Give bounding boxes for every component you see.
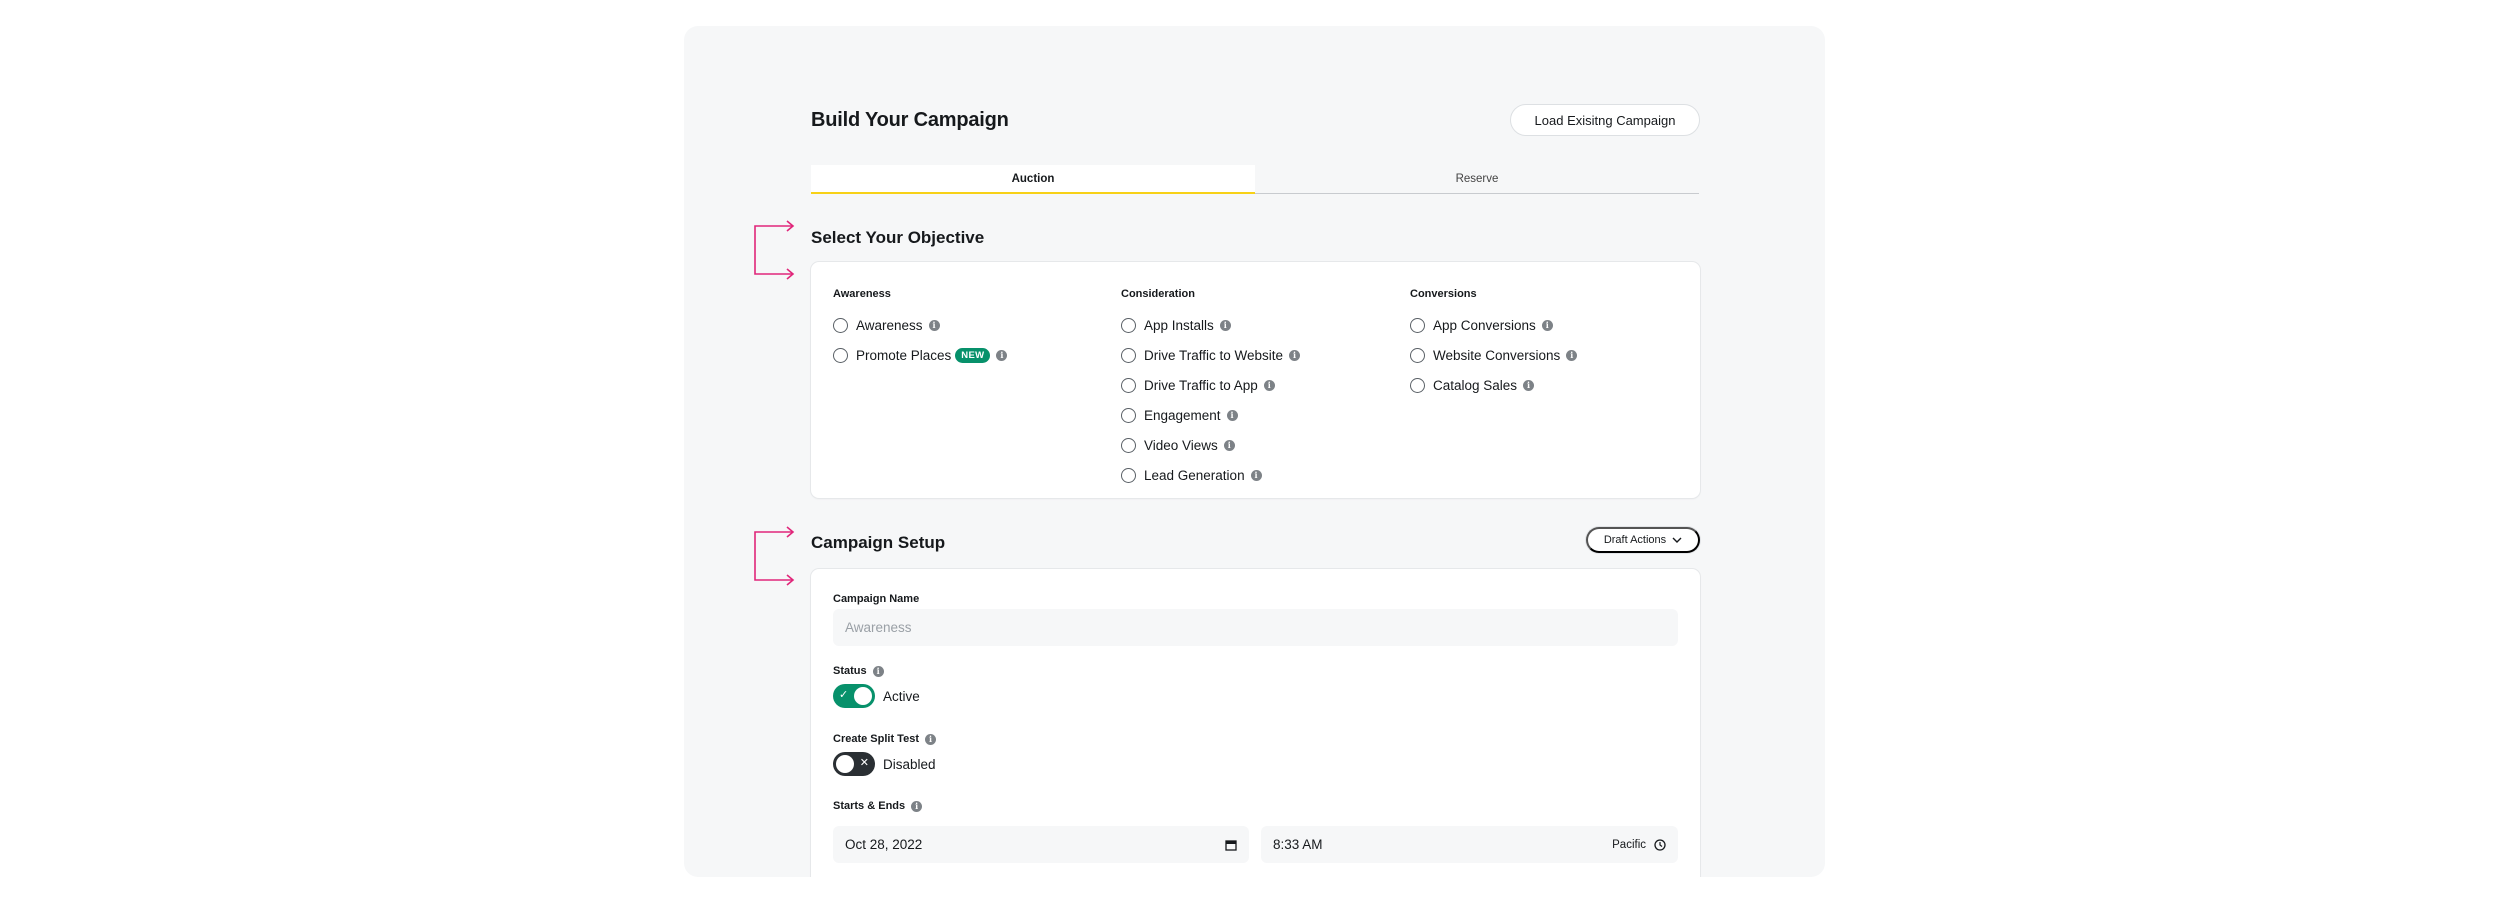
radio-button[interactable] [1121, 377, 1136, 393]
option-label: Website Conversions [1433, 347, 1561, 363]
toggle-knob [854, 687, 872, 705]
option-label: Awareness [856, 317, 923, 333]
setup-section-title: Campaign Setup [811, 533, 946, 552]
x-icon: ✕ [859, 757, 869, 769]
radio-button[interactable] [1121, 437, 1136, 453]
radio-button[interactable] [1410, 317, 1425, 333]
start-date-input[interactable]: Oct 28, 2022 [833, 826, 1249, 863]
info-icon[interactable]: i [1523, 379, 1535, 391]
split-test-label: Create Split Test [833, 733, 919, 745]
info-icon[interactable]: i [911, 800, 923, 812]
option-label: Drive Traffic to Website [1144, 347, 1284, 363]
starts-ends-label-row: Starts & Ends i [833, 800, 923, 812]
objective-option-app-installs[interactable]: App Installs i [1121, 310, 1300, 340]
objective-option-promote-places[interactable]: Promote Places NEW i [833, 340, 1008, 370]
objective-column-conversions: Conversions App Conversions i Website Co… [1410, 288, 1578, 400]
page-title: Build Your Campaign [811, 109, 1009, 131]
radio-button[interactable] [1121, 347, 1136, 363]
radio-button[interactable] [1121, 407, 1136, 423]
objective-option-catalog-sales[interactable]: Catalog Sales i [1410, 370, 1577, 400]
campaign-name-label: Campaign Name [833, 593, 920, 605]
calendar-icon[interactable] [1225, 839, 1237, 851]
status-label-row: Status i [833, 665, 884, 677]
objective-column-awareness: Awareness Awareness i Promote Places NEW… [833, 288, 1008, 370]
status-toggle-row: ✓ Active [833, 684, 920, 708]
info-icon[interactable]: i [1541, 319, 1553, 331]
objective-option-video-views[interactable]: Video Views i [1121, 430, 1300, 460]
radio-button[interactable] [1121, 467, 1136, 483]
start-date-value: Oct 28, 2022 [845, 837, 923, 852]
option-label: Video Views [1144, 437, 1218, 453]
clock-icon[interactable] [1654, 838, 1666, 851]
radio-button[interactable] [1410, 377, 1425, 393]
column-heading: Conversions [1410, 288, 1477, 300]
column-heading: Awareness [833, 288, 891, 300]
column-heading: Consideration [1121, 288, 1195, 300]
objective-option-awareness[interactable]: Awareness i [833, 310, 1007, 340]
objective-section-title: Select Your Objective [811, 228, 985, 247]
split-test-value: Disabled [883, 756, 936, 772]
section-arrow-icon [754, 526, 795, 586]
timezone-group: Pacific [1612, 839, 1666, 851]
objective-column-consideration: Consideration App Installs i Drive Traff… [1121, 288, 1301, 490]
option-label: Promote Places [856, 347, 952, 363]
info-icon[interactable]: i [1566, 349, 1578, 361]
option-label: Engagement [1144, 407, 1221, 423]
load-existing-campaign-button[interactable]: Load Exisitng Campaign [1510, 104, 1700, 136]
radio-button[interactable] [833, 347, 848, 363]
objective-option-lead-generation[interactable]: Lead Generation i [1121, 460, 1300, 490]
option-label: Drive Traffic to App [1144, 377, 1258, 393]
split-test-toggle[interactable]: ✕ [833, 752, 875, 776]
info-icon[interactable]: i [1250, 469, 1262, 481]
radio-button[interactable] [1121, 317, 1136, 333]
info-icon[interactable]: i [1263, 379, 1275, 391]
status-value: Active [883, 688, 920, 704]
split-test-label-row: Create Split Test i [833, 733, 936, 745]
status-toggle[interactable]: ✓ [833, 684, 875, 708]
chevron-down-icon [1672, 537, 1682, 543]
option-label: App Conversions [1433, 317, 1536, 333]
campaign-builder-panel: Build Your Campaign Load Exisitng Campai… [684, 26, 1825, 877]
toggle-knob [836, 755, 854, 773]
campaign-name-input[interactable] [833, 609, 1678, 646]
campaign-setup-card: Campaign Name Status i ✓ Active Create S… [811, 569, 1700, 877]
start-time-input[interactable]: 8:33 AM Pacific [1261, 826, 1678, 863]
section-arrow-icon [754, 220, 795, 280]
objective-option-drive-traffic-app[interactable]: Drive Traffic to App i [1121, 370, 1300, 400]
option-label: Catalog Sales [1433, 377, 1518, 393]
info-icon[interactable]: i [928, 319, 940, 331]
draft-actions-label: Draft Actions [1603, 534, 1667, 546]
radio-button[interactable] [1410, 347, 1425, 363]
status-label: Status [833, 665, 867, 677]
tab-auction[interactable]: Auction [811, 165, 1255, 194]
objective-card: Awareness Awareness i Promote Places NEW… [811, 262, 1700, 498]
objective-option-engagement[interactable]: Engagement i [1121, 400, 1300, 430]
objective-option-website-conversions[interactable]: Website Conversions i [1410, 340, 1578, 370]
split-test-toggle-row: ✕ Disabled [833, 752, 936, 776]
check-icon: ✓ [839, 689, 849, 701]
info-icon[interactable]: i [1289, 349, 1301, 361]
new-badge: NEW [955, 347, 991, 363]
option-label: Lead Generation [1144, 467, 1245, 483]
radio-button[interactable] [833, 317, 848, 333]
timezone-label: Pacific [1612, 838, 1646, 851]
tab-bar: Auction Reserve [811, 165, 1700, 194]
info-icon[interactable]: i [872, 665, 884, 677]
tab-reserve[interactable]: Reserve [1255, 165, 1699, 194]
info-icon[interactable]: i [1219, 319, 1231, 331]
info-icon[interactable]: i [1226, 409, 1238, 421]
draft-actions-button[interactable]: Draft Actions [1586, 527, 1700, 553]
info-icon[interactable]: i [925, 733, 936, 745]
info-icon[interactable]: i [996, 349, 1008, 361]
option-label: App Installs [1144, 317, 1214, 333]
start-time-value: 8:33 AM [1273, 837, 1323, 852]
starts-ends-label: Starts & Ends [833, 800, 906, 812]
info-icon[interactable]: i [1223, 439, 1235, 451]
objective-option-drive-traffic-website[interactable]: Drive Traffic to Website i [1121, 340, 1301, 370]
objective-option-app-conversions[interactable]: App Conversions i [1410, 310, 1577, 340]
